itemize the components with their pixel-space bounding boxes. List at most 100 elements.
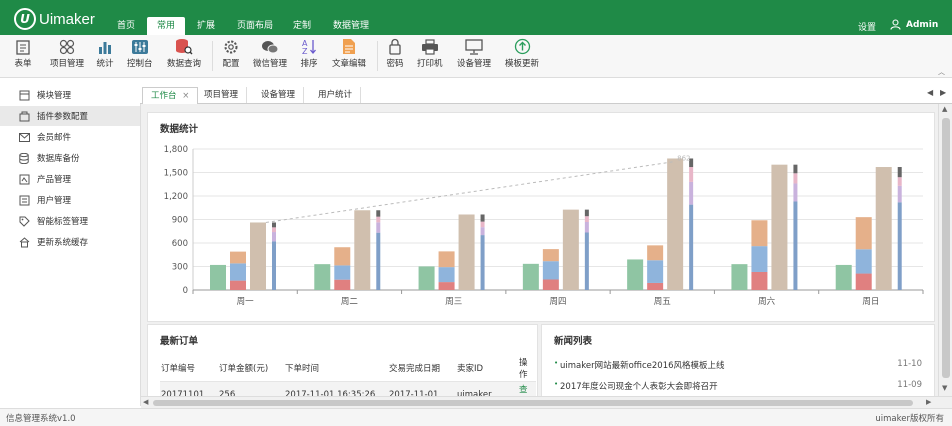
ribbon-collapse-icon[interactable]: ︿ <box>938 67 945 77</box>
bar-stack-red <box>334 279 351 290</box>
bar-stack-red <box>647 282 664 290</box>
tab-scroll-left-icon[interactable]: ◀ <box>927 88 933 97</box>
toolbar-label: 文章编辑 <box>332 59 367 69</box>
toolbar-printer[interactable]: 打印机 <box>417 38 443 74</box>
settings-link[interactable]: 设置 <box>858 20 876 33</box>
bar-thin-pink <box>376 216 381 223</box>
user-icon[interactable] <box>890 19 901 33</box>
bar-thin-base <box>376 232 381 290</box>
bar-thin-base <box>272 241 276 290</box>
bar-stack-red <box>855 273 872 290</box>
bar-chart-icon <box>96 38 114 55</box>
vertical-scroll-thumb[interactable] <box>942 118 950 378</box>
y-tick-label: 1,800 <box>164 145 188 155</box>
stats-panel: 数据统计 0 300 600 900 1,200 1,500 1,800 周一 周二 周三 周四 周五… <box>147 112 935 322</box>
bar-total <box>771 164 788 290</box>
toolbar-sort[interactable]: AZ 排序 <box>300 38 318 74</box>
tab-workbench[interactable]: 工作台 × <box>142 87 199 105</box>
scroll-left-icon[interactable]: ◀ <box>143 398 148 406</box>
user-name[interactable]: Admin <box>906 20 938 30</box>
bar-single <box>731 264 748 290</box>
bar-stack-red <box>542 279 559 290</box>
tab-project[interactable]: 项目管理 <box>196 87 248 103</box>
orders-panel: 最新订单 订单编号 订单金额(元) 下单时间 交易完成日期 卖家ID 操作 20… <box>147 324 538 408</box>
tab-device[interactable]: 设备管理 <box>253 87 305 103</box>
bar-thin-gray <box>272 222 276 228</box>
toolbar-query[interactable]: 数据查询 <box>167 38 201 74</box>
toolbar-label: 项目管理 <box>50 59 85 69</box>
sidebar-item-user[interactable]: 用户管理 <box>0 190 140 210</box>
product-icon <box>18 173 30 185</box>
monitor-icon <box>465 38 483 55</box>
user-manage-icon <box>18 194 30 206</box>
sidebar-item-module[interactable]: 模块管理 <box>0 85 140 105</box>
toolbar-password[interactable]: 密码 <box>386 38 404 74</box>
bar-stack-red <box>751 271 768 290</box>
toolbar-label: 打印机 <box>417 59 443 69</box>
sidebar-item-cache[interactable]: 更新系统缓存 <box>0 232 140 252</box>
bar-stack-orange <box>751 220 768 247</box>
svg-text:Z: Z <box>302 47 308 55</box>
sidebar-item-product[interactable]: 产品管理 <box>0 169 140 189</box>
bullet-icon: • <box>554 380 559 388</box>
bar-total <box>667 158 684 290</box>
bar-single <box>627 259 644 290</box>
x-tick-label: 周一 <box>237 297 255 307</box>
sidebar-item-tag[interactable]: 智能标签管理 <box>0 211 140 231</box>
stats-chart: 0 300 600 900 1,200 1,500 1,800 周一 周二 周三 周四 周五 周六 周日 8… <box>164 145 924 307</box>
tab-user-stats[interactable]: 用户统计 <box>310 87 362 103</box>
mark-line <box>265 160 676 223</box>
y-tick-label: 1,200 <box>164 192 188 202</box>
sidebar-item-mail[interactable]: 会员邮件 <box>0 127 140 147</box>
nav-tab-data[interactable]: 数据管理 <box>326 17 376 35</box>
nav-tab-extend[interactable]: 扩展 <box>190 17 222 35</box>
toolbar-device[interactable]: 设备管理 <box>457 38 491 74</box>
toolbar-stats[interactable]: 统计 <box>96 38 114 74</box>
news-item[interactable]: 2017年度公司现金个人表彰大会即将召开 <box>560 380 718 392</box>
toolbar-project[interactable]: 项目管理 <box>50 38 84 74</box>
toolbar-wechat[interactable]: 微信管理 <box>253 38 287 74</box>
toolbar-config[interactable]: 配置 <box>222 38 240 74</box>
sidebar-item-plugin[interactable]: 插件参数配置 <box>0 106 140 126</box>
toolbar-form[interactable]: 表单 <box>14 38 32 74</box>
sidebar-item-db-backup[interactable]: 数据库备份 <box>0 148 140 168</box>
toolbar-console[interactable]: 控制台 <box>127 38 153 74</box>
scroll-right-icon[interactable]: ▶ <box>926 398 931 406</box>
bar-thin-pink <box>897 177 902 186</box>
bar-total <box>250 222 266 290</box>
ribbon-toolbar: 表单 项目管理 统计 控制台 数据查询 配置 微信管理 AZ 排序 文章编辑 密… <box>0 35 952 78</box>
footer-version: 信息管理系统v1.0 <box>6 414 76 424</box>
scroll-down-icon[interactable]: ▼ <box>942 384 947 392</box>
bar-thin-purple <box>480 227 485 236</box>
bar-thin-purple <box>376 222 381 233</box>
mail-icon <box>18 131 30 143</box>
bar-thin-pink <box>584 216 589 223</box>
status-bar: 信息管理系统v1.0 uimaker版权所有 <box>0 408 952 426</box>
nav-tab-custom[interactable]: 定制 <box>286 17 318 35</box>
bar-total <box>875 167 892 290</box>
sidebar-item-label: 产品管理 <box>37 175 72 185</box>
toolbar-template-update[interactable]: 模板更新 <box>505 38 539 74</box>
bar-stack-blue <box>542 261 559 280</box>
close-icon[interactable]: × <box>182 91 189 101</box>
news-item[interactable]: uimaker网站最新office2016风格模板上线 <box>560 359 725 371</box>
nav-tab-home[interactable]: 首页 <box>110 17 142 35</box>
sidebar-item-label: 模块管理 <box>37 91 72 101</box>
toolbar-article[interactable]: 文章编辑 <box>332 38 366 74</box>
content-area: 数据统计 0 300 600 900 1,200 1,500 1,800 周一 周二 周三 周四 周五… <box>141 104 938 408</box>
scroll-up-icon[interactable]: ▲ <box>942 105 947 113</box>
column-header: 下单时间 <box>284 355 388 382</box>
horizontal-scroll-thumb[interactable] <box>153 400 913 406</box>
nav-tab-common[interactable]: 常用 <box>147 17 185 35</box>
nav-tab-layout[interactable]: 页面布局 <box>230 17 280 35</box>
vertical-scrollbar[interactable]: ▲ ▼ <box>938 104 952 396</box>
bar-thin-purple <box>793 183 798 202</box>
column-header: 订单金额(元) <box>218 355 284 382</box>
toolbar-label: 密码 <box>386 59 404 69</box>
y-tick-label: 300 <box>172 263 188 273</box>
bar-stack-blue <box>438 267 455 283</box>
sidebar-item-label: 智能标签管理 <box>37 217 89 227</box>
tab-scroll-right-icon[interactable]: ▶ <box>940 88 946 97</box>
bullet-icon: • <box>554 359 559 367</box>
news-date: 11-10 <box>897 359 922 369</box>
